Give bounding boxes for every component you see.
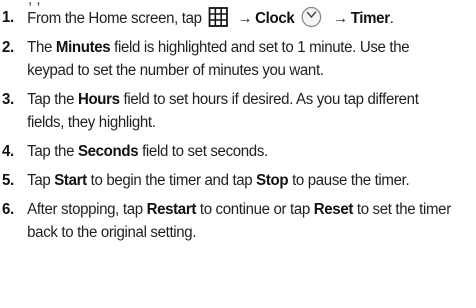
clock-icon bbox=[301, 6, 322, 28]
step-1: 1. From the Home screen, tap → Clock → Tim… bbox=[0, 6, 462, 30]
step-text: . bbox=[389, 10, 394, 27]
apps-grid-icon bbox=[208, 7, 228, 27]
arrow-glyph: → bbox=[333, 10, 348, 27]
step-3: 3. Tap the Hours field to set hours if d… bbox=[0, 88, 462, 134]
step-5: 5. Tap Start to begin the timer and tap … bbox=[0, 169, 462, 192]
start-label: Start bbox=[54, 172, 87, 189]
step-number: 2. bbox=[1, 39, 14, 56]
clock-label: Clock bbox=[255, 10, 295, 27]
step-text: field to set seconds. bbox=[138, 143, 268, 160]
step-text: Tap bbox=[27, 172, 55, 189]
step-text: to continue or tap bbox=[196, 201, 314, 218]
step-number: 5. bbox=[1, 172, 14, 189]
arrow-glyph: → bbox=[237, 10, 253, 27]
step-number: 3. bbox=[1, 91, 14, 108]
timer-label: Timer bbox=[350, 10, 390, 27]
step-6: 6. After stopping, tap Restart to contin… bbox=[0, 198, 462, 244]
step-4: 4. Tap the Seconds field to set seconds. bbox=[0, 140, 462, 163]
step-number: 1. bbox=[1, 9, 14, 26]
step-number: 4. bbox=[1, 143, 14, 160]
step-text: The bbox=[27, 39, 56, 56]
stop-label: Stop bbox=[256, 172, 289, 189]
seconds-label: Seconds bbox=[77, 143, 139, 160]
hours-label: Hours bbox=[77, 91, 120, 108]
step-number: 6. bbox=[1, 201, 14, 218]
minutes-label: Minutes bbox=[55, 39, 111, 56]
step-text: From the Home screen, tap bbox=[27, 10, 202, 27]
step-text: After stopping, tap bbox=[27, 201, 147, 218]
restart-label: Restart bbox=[146, 201, 197, 218]
step-text: to pause the timer. bbox=[288, 172, 410, 189]
step-text: Tap the bbox=[27, 143, 78, 160]
step-text: Tap the bbox=[27, 91, 78, 108]
reset-label: Reset bbox=[313, 201, 354, 218]
step-2: 2. The Minutes field is highlighted and … bbox=[0, 36, 462, 82]
step-text: to begin the timer and tap bbox=[86, 172, 257, 189]
instruction-steps: 1. From the Home screen, tap → Clock → Tim… bbox=[0, 6, 476, 250]
